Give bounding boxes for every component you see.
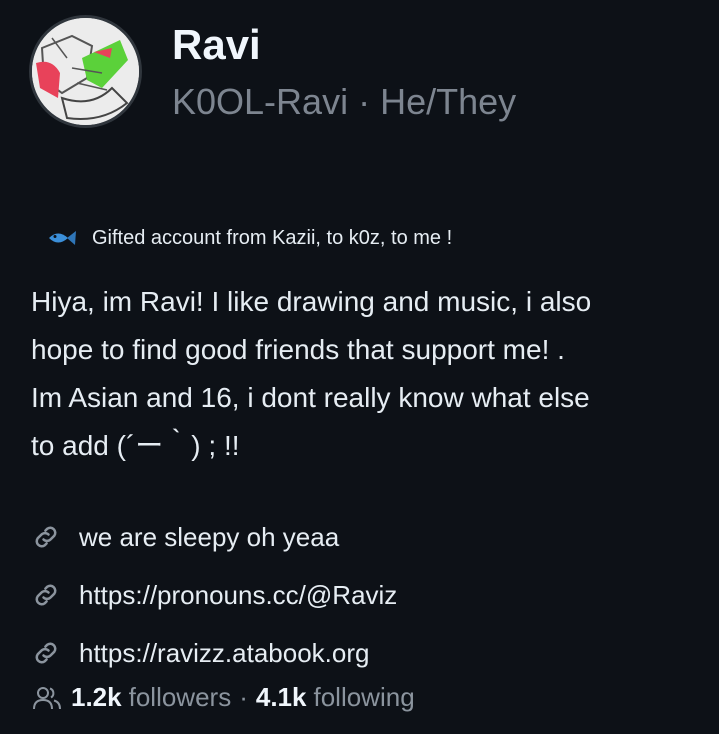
following-count: 4.1k — [255, 682, 307, 712]
profile-links: we are sleepy oh yeaa https://pronouns.c… — [31, 508, 397, 682]
bio-line: to add (´ー｀) ; !! — [31, 430, 240, 461]
username-line: K0OL-Ravi · He/They — [172, 80, 516, 123]
fish-icon — [49, 231, 76, 245]
link-url: https://ravizz.atabook.org — [79, 637, 370, 668]
user-status[interactable]: Gifted account from Kazii, to k0z, to me… — [46, 226, 452, 250]
people-icon — [33, 686, 61, 709]
following-label: following — [313, 682, 415, 712]
link-icon — [35, 584, 57, 606]
username: K0OL-Ravi — [172, 81, 349, 122]
bio-line: Hiya, im Ravi! I like drawing and music,… — [31, 286, 592, 317]
follow-stats: 1.2k followers · 4.1k following — [31, 682, 415, 713]
link-icon — [35, 526, 57, 548]
link-text: we are sleepy oh yeaa — [79, 521, 340, 552]
bio-line: hope to find good friends that support m… — [31, 334, 565, 365]
bio-line: Im Asian and 16, i dont really know what… — [31, 382, 590, 413]
followers-count: 1.2k — [71, 682, 122, 712]
link-url: https://pronouns.cc/@Raviz — [79, 579, 398, 610]
followers-link[interactable]: 1.2k followers — [71, 682, 231, 713]
link-item[interactable]: we are sleepy oh yeaa — [31, 508, 397, 566]
separator-dot: · — [239, 682, 248, 712]
avatar[interactable] — [29, 15, 142, 128]
avatar-drawing — [32, 18, 139, 125]
pronouns: He/They — [380, 81, 517, 122]
display-name: Ravi — [172, 21, 261, 68]
followers-label: followers — [128, 682, 232, 712]
link-icon — [35, 642, 57, 664]
following-link[interactable]: 4.1k following — [256, 682, 415, 713]
link-item[interactable]: https://ravizz.atabook.org — [31, 624, 397, 682]
separator-dot: · — [358, 81, 371, 122]
status-text: Gifted account from Kazii, to k0z, to me… — [92, 226, 453, 249]
bio: Hiya, im Ravi! I like drawing and music,… — [31, 278, 701, 470]
link-item[interactable]: https://pronouns.cc/@Raviz — [31, 566, 397, 624]
